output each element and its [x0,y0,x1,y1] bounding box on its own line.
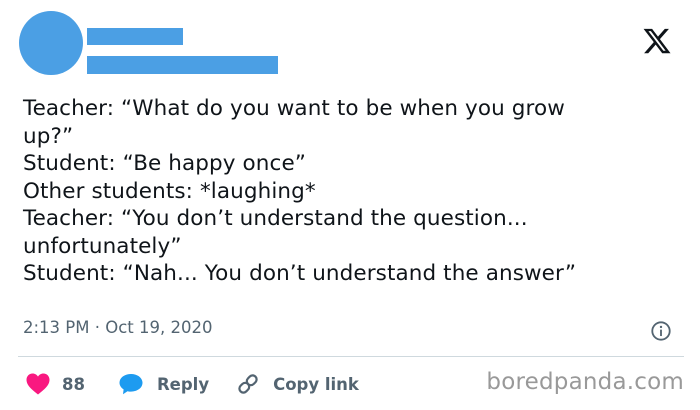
timestamp[interactable]: 2:13 PM · Oct 19, 2020 [23,318,212,337]
info-icon[interactable] [650,320,672,342]
tweet-line: Teacher: “What do you want to be when yo… [23,96,565,121]
tweet-line: Teacher: “You don’t understand the quest… [23,206,528,231]
avatar[interactable] [19,11,83,75]
heart-icon [26,373,50,395]
like-button[interactable]: 88 [26,373,85,395]
copy-link-label: Copy link [273,374,359,394]
watermark: boredpanda.com [486,369,684,395]
display-name-redacted[interactable] [87,28,183,45]
tweet-line: up?” [23,123,74,149]
reply-button[interactable]: Reply [118,373,209,395]
reply-label: Reply [156,374,210,394]
tweet-line: Student: “Nah... You don’t understand th… [23,261,577,286]
like-count: 88 [62,374,85,394]
x-logo-icon[interactable] [642,26,672,56]
tweet-line: Other students: *laughing* [23,178,316,204]
copy-link-button[interactable]: Copy link [236,372,359,396]
tweet-line: Student: “Be happy once” [23,151,307,176]
link-icon [238,374,258,394]
tweet-text: Teacher: “What do you want to be when yo… [23,95,683,288]
divider [18,356,684,357]
action-bar: 88 Reply Copy link [26,371,359,397]
speech-bubble-icon [119,374,143,395]
username-redacted[interactable] [87,56,278,74]
tweet-line: unfortunately” [23,233,182,259]
